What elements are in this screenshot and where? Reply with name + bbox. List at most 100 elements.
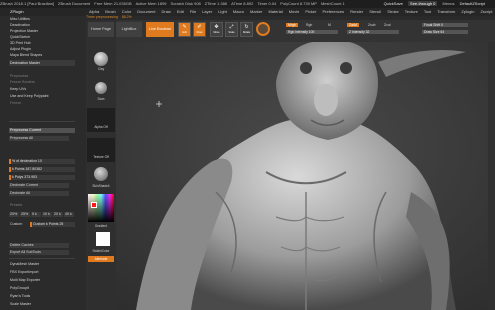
- menu-item-brush[interactable]: Brush: [105, 9, 115, 14]
- menu-item-preferences[interactable]: Preferences: [323, 9, 345, 14]
- decimate-current-button[interactable]: Decimate Current: [9, 183, 69, 188]
- live-boolean-button[interactable]: Live Boolean: [146, 22, 174, 37]
- menu-item-alpha[interactable]: Alpha: [89, 9, 99, 14]
- menu-item-layer[interactable]: Layer: [202, 9, 212, 14]
- alpha-slot[interactable]: Alpha Off: [87, 108, 115, 132]
- export-all-subtools-button[interactable]: Export All SubTools: [9, 250, 69, 255]
- menu-item-movie[interactable]: Movie: [289, 9, 300, 14]
- k-points-slider[interactable]: k Points 187.80382: [9, 167, 75, 172]
- delete-caches-button[interactable]: Delete Caches: [9, 243, 69, 248]
- menu-item-render[interactable]: Render: [350, 9, 363, 14]
- title-status-item: ZBrush Document: [58, 1, 91, 6]
- rotate-mode-button[interactable]: ↻ Rotate: [240, 22, 253, 37]
- clay-brush-button[interactable]: Clay: [88, 52, 114, 71]
- lightbox-button[interactable]: LightBox: [116, 22, 142, 37]
- menu-item-material[interactable]: Material: [268, 9, 282, 14]
- menus-toggle[interactable]: Menus: [443, 1, 455, 6]
- rotate-icon: ↻: [244, 24, 249, 30]
- mrgb-toggle[interactable]: Mrgb: [286, 23, 298, 27]
- menu-item-marker[interactable]: Marker: [250, 9, 262, 14]
- draw-icon: ✐: [197, 24, 202, 30]
- menu-item-texture[interactable]: Texture: [405, 9, 418, 14]
- preprocess-current-button[interactable]: Preprocess Current: [9, 128, 75, 133]
- material-label: SkinShade4: [92, 184, 110, 188]
- preset-button[interactable]: 20 k: [53, 212, 63, 217]
- menu-item-color[interactable]: Color: [122, 9, 132, 14]
- focal-shift-slider[interactable]: Focal Shift 0: [422, 23, 468, 27]
- rgb-toggle[interactable]: Rgb: [306, 23, 312, 27]
- gizmo-icon[interactable]: [256, 22, 270, 36]
- menu-item-transform[interactable]: Transform: [437, 9, 455, 14]
- z-intensity-slider[interactable]: Z Intensity 32: [347, 30, 399, 34]
- default-script-button[interactable]: DefaultZScript: [460, 1, 485, 6]
- menu-item-zplugin[interactable]: Zplugin: [461, 9, 474, 14]
- scale-mode-button[interactable]: ⤢ Scale: [225, 22, 238, 37]
- preprocess-all-button[interactable]: Preprocess All: [9, 136, 69, 141]
- zcut-toggle[interactable]: Zcut: [384, 23, 391, 27]
- plugin-polygroupit[interactable]: PolyGroupIt: [10, 286, 29, 291]
- material-slot[interactable]: SkinShade4: [87, 165, 115, 190]
- plugin-ryans-tools[interactable]: Ryan's Tools: [10, 294, 30, 299]
- preset-button[interactable]: 40 k: [64, 212, 74, 217]
- custom-k-points-slider[interactable]: Custom k Points 25: [30, 222, 75, 227]
- plugin-misc-utilities[interactable]: Misc Utilities: [10, 17, 30, 22]
- m-toggle[interactable]: M: [328, 23, 331, 27]
- menu-item-macro[interactable]: Macro: [233, 9, 244, 14]
- home-page-button[interactable]: Home Page: [88, 22, 114, 37]
- menu-item-edit[interactable]: Edit: [177, 9, 184, 14]
- plugin-scale-master[interactable]: Scale Master: [10, 302, 31, 307]
- menu-item-stroke[interactable]: Stroke: [387, 9, 399, 14]
- plugin-multi-map-exporter[interactable]: Multi Map Exporter: [10, 278, 40, 283]
- draw-size-slider[interactable]: Draw Size 64: [422, 30, 468, 34]
- freeze-borders-toggle[interactable]: Freeze Borders: [10, 80, 35, 85]
- gradient-label[interactable]: Gradient: [87, 224, 115, 229]
- move-mode-button[interactable]: ✥ Move: [210, 22, 223, 37]
- rgb-intensity-slider[interactable]: Rgb Intensity 100: [286, 30, 338, 34]
- preset-button[interactable]: 10 k: [42, 212, 52, 217]
- zsub-toggle[interactable]: Zsub: [368, 23, 376, 27]
- decimate-all-button[interactable]: Decimate All: [9, 191, 69, 196]
- texture-slot[interactable]: Texture Off: [87, 138, 115, 162]
- preset-button[interactable]: 20%: [9, 212, 19, 217]
- plugin-quicksketch[interactable]: QuickSketch: [10, 35, 30, 40]
- alternate-button[interactable]: Alternate: [88, 256, 114, 262]
- decimation-master-header[interactable]: Decimation Master: [9, 60, 75, 66]
- canvas-viewport[interactable]: [116, 42, 495, 310]
- menu-item-picker[interactable]: Picker: [305, 9, 316, 14]
- menu-item-draw[interactable]: Draw: [161, 9, 170, 14]
- menu-item-zscript[interactable]: Zscript: [480, 9, 492, 14]
- freeze-toggle[interactable]: Freeze: [10, 101, 21, 106]
- title-bar-right: QuickSave See-through 0 Menus DefaultZSc…: [384, 0, 489, 8]
- color-picker[interactable]: [88, 194, 114, 222]
- menu-item-document[interactable]: Document: [137, 9, 155, 14]
- plugin-adjust-plugin[interactable]: Adjust Plugin: [10, 47, 31, 52]
- keep-polypaint-toggle[interactable]: Use and Keep Polypaint: [10, 94, 49, 99]
- plugin-maya-blend-shapes[interactable]: Maya Blend Shapes: [10, 53, 42, 58]
- secondary-color-swatch[interactable]: [96, 232, 110, 246]
- plugin-deactivation[interactable]: Deactivation: [10, 23, 30, 28]
- decimation-percent-slider[interactable]: % of decimation 10: [9, 159, 75, 164]
- title-status-item: Scratch Disk 908: [170, 1, 201, 6]
- plugin-dynamesh-master[interactable]: DynaMesh Master: [10, 262, 39, 267]
- plugin-3d-print-hub[interactable]: 3D Print Hub: [10, 41, 31, 46]
- zadd-toggle[interactable]: Zadd: [347, 23, 359, 27]
- title-bar: ZBrush 2018.1 [Paul Brazilian] ZBrush Doc…: [0, 0, 495, 8]
- see-through-slider[interactable]: See-through 0: [408, 1, 438, 6]
- switch-color-button[interactable]: SwitchColor: [87, 249, 115, 254]
- draw-mode-button[interactable]: ✐ Draw: [193, 22, 206, 37]
- rotate-label: Rotate: [242, 31, 251, 34]
- menu-item-tool[interactable]: Tool: [424, 9, 431, 14]
- menu-item-stencil[interactable]: Stencil: [369, 9, 381, 14]
- plugin-projection-master[interactable]: Projection Master: [10, 29, 38, 34]
- menu-item-file[interactable]: File: [190, 9, 196, 14]
- edit-mode-button[interactable]: ✎ Edit: [178, 22, 191, 37]
- dam-brush-button[interactable]: Dam: [88, 82, 114, 102]
- preset-button[interactable]: 25%: [20, 212, 30, 217]
- keep-uvs-toggle[interactable]: Keep UVs: [10, 87, 26, 92]
- preset-button[interactable]: 5 k: [31, 212, 41, 217]
- quicksave-button[interactable]: QuickSave: [384, 1, 403, 6]
- k-polys-slider[interactable]: k Polys 373.953: [9, 175, 75, 180]
- plugin-fbx-exportimport[interactable]: FBX ExportImport: [10, 270, 39, 275]
- menu-item-light[interactable]: Light: [218, 9, 227, 14]
- clay-brush-label: Clay: [97, 67, 105, 71]
